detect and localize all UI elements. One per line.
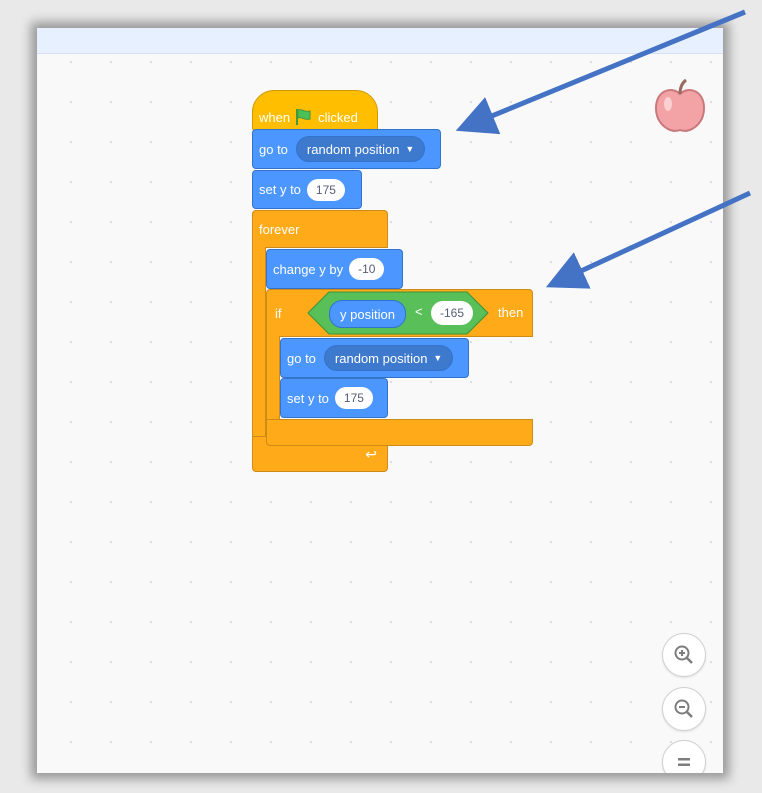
go-to-label: go to — [259, 141, 288, 157]
change-y-input[interactable]: -10 — [349, 258, 385, 280]
set-y-input[interactable]: 175 — [306, 178, 345, 201]
zoom-in-button[interactable] — [662, 633, 706, 677]
when-flag-clicked-block[interactable]: when clicked — [252, 90, 378, 132]
set-y-label: set y to — [287, 390, 329, 406]
clicked-label: clicked — [318, 109, 358, 125]
less-than-condition[interactable]: y position < -165 — [307, 291, 489, 335]
top-bar — [37, 28, 723, 54]
go-to-target-dropdown[interactable]: random position ▼ — [323, 345, 454, 371]
set-y-block[interactable]: set y to 175 — [252, 170, 362, 209]
zoom-out-button[interactable] — [662, 687, 706, 731]
if-arm — [266, 336, 280, 422]
dropdown-value: random position — [334, 350, 428, 366]
go-to-label: go to — [287, 350, 316, 366]
if-footer — [266, 419, 533, 446]
when-label: when — [259, 109, 291, 125]
then-label: then — [498, 305, 524, 320]
forever-arm — [252, 247, 266, 437]
zoom-in-icon — [674, 645, 693, 664]
y-position-reporter[interactable]: y position — [329, 300, 406, 328]
code-area[interactable]: when clicked go to random position ▼ set… — [37, 28, 723, 773]
if-label: if — [275, 305, 282, 321]
go-to-target-dropdown[interactable]: random position ▼ — [295, 136, 426, 162]
dropdown-value: random position — [306, 141, 400, 157]
forever-header: forever — [252, 210, 388, 248]
loop-arrow-icon: ↩ — [365, 445, 377, 462]
apple-icon — [654, 78, 706, 132]
set-y-block-inner[interactable]: set y to 175 — [280, 378, 388, 418]
caret-down-icon: ▼ — [433, 353, 443, 363]
set-y-input[interactable]: 175 — [334, 387, 373, 409]
green-flag-icon — [296, 109, 311, 125]
zoom-reset-button[interactable] — [662, 740, 706, 773]
zoom-reset-icon — [678, 758, 690, 766]
change-y-label: change y by — [273, 261, 344, 277]
set-y-label: set y to — [259, 182, 301, 197]
go-to-block-inner[interactable]: go to random position ▼ — [280, 338, 469, 378]
change-y-block[interactable]: change y by -10 — [266, 249, 403, 289]
go-to-block[interactable]: go to random position ▼ — [252, 129, 441, 169]
caret-down-icon: ▼ — [405, 144, 415, 154]
condition-value-input[interactable]: -165 — [431, 301, 474, 325]
zoom-out-icon — [674, 699, 693, 718]
operator-symbol: < — [415, 304, 423, 319]
forever-label: forever — [259, 221, 300, 237]
